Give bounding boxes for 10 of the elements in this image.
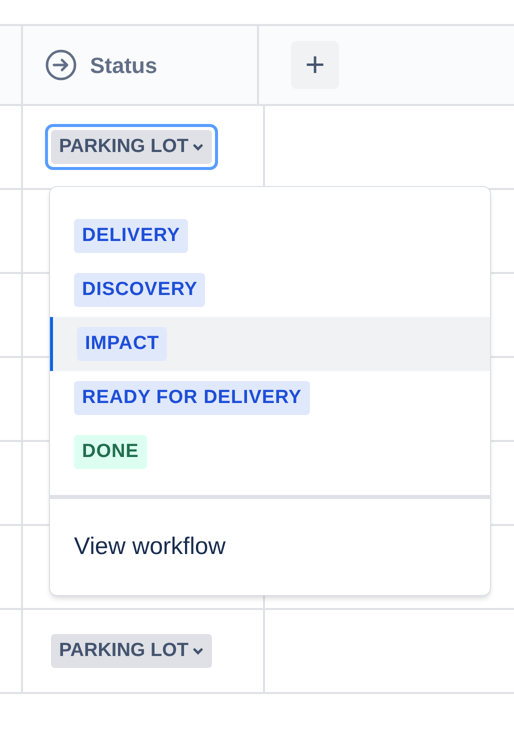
- arrow-circle-icon: [44, 48, 78, 82]
- column-header[interactable]: Status: [90, 48, 158, 82]
- menu-item[interactable]: IMPACT: [50, 317, 490, 371]
- menu-item[interactable]: DELIVERY: [50, 209, 490, 263]
- status-dropdown[interactable]: PARKING LOT: [45, 124, 218, 170]
- menu-item[interactable]: DISCOVERY: [50, 263, 490, 317]
- view-workflow-item[interactable]: View workflow: [50, 499, 490, 595]
- menu-item[interactable]: READY FOR DELIVERY: [50, 371, 490, 425]
- add-column-button[interactable]: +: [291, 41, 339, 89]
- menu-item[interactable]: DONE: [50, 425, 490, 479]
